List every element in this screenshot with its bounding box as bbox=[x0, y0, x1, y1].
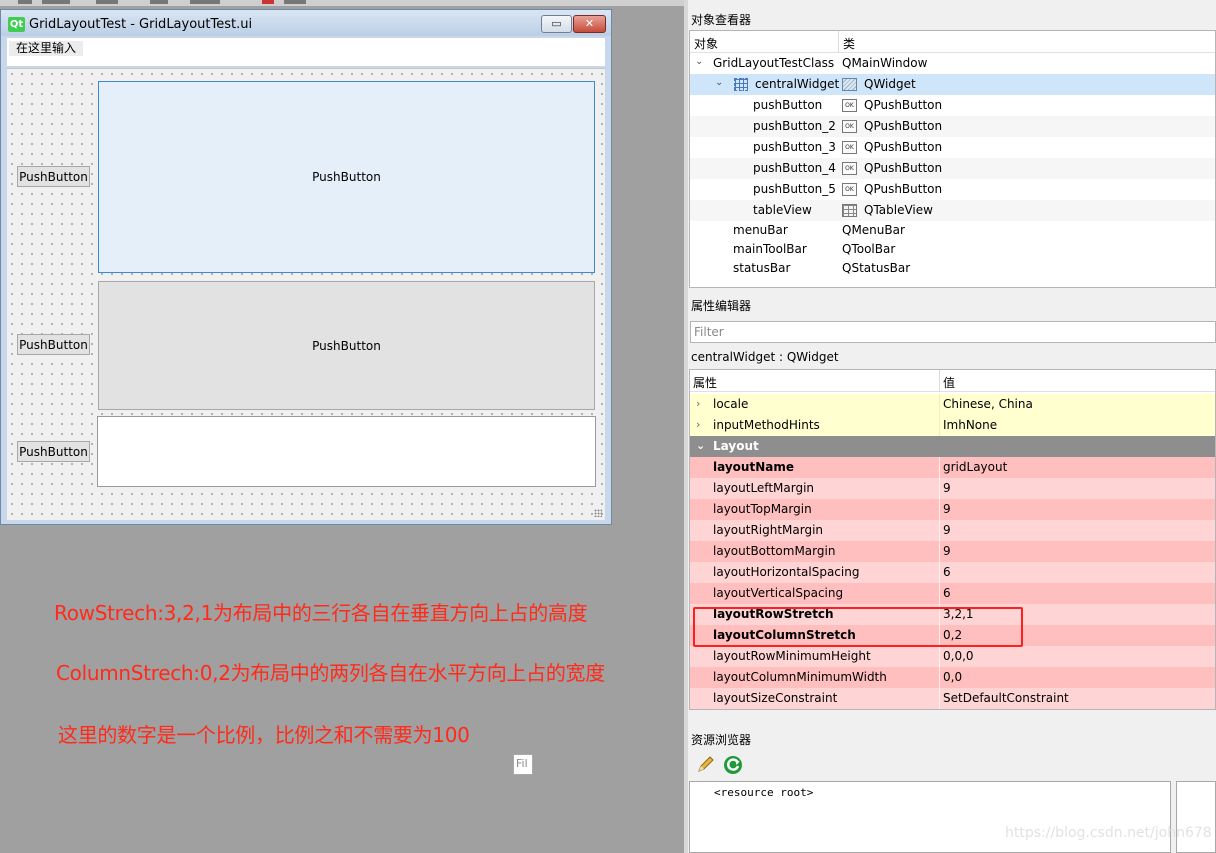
chevron-down-icon[interactable]: ⌄ bbox=[715, 77, 723, 88]
size-grip-icon[interactable] bbox=[594, 509, 602, 517]
top-toolbar-strip bbox=[0, 0, 684, 6]
resource-tree[interactable]: <resource root> bbox=[689, 781, 1171, 853]
push-button-icon: OK bbox=[842, 120, 857, 133]
menu-bar: 在这里输入 bbox=[7, 38, 605, 66]
tree-row[interactable]: pushButton_4 OK QPushButton bbox=[690, 158, 1215, 179]
header-class[interactable]: 类 bbox=[843, 35, 855, 52]
resource-root-item[interactable]: <resource root> bbox=[714, 786, 813, 799]
resource-browser-title: 资源浏览器 bbox=[691, 733, 752, 747]
property-row-locale[interactable]: › locale Chinese, China bbox=[690, 394, 1215, 415]
push-button-icon: OK bbox=[842, 162, 857, 175]
object-inspector-tree: 对象 类 ⌄ GridLayoutTestClass QMainWindow ⌄… bbox=[689, 30, 1216, 288]
grid-layout-icon bbox=[734, 78, 748, 91]
tree-row[interactable]: menuBar QMenuBar bbox=[690, 220, 1215, 241]
property-row-column-minimum-width[interactable]: layoutColumnMinimumWidth 0,0 bbox=[690, 667, 1215, 688]
tree-row[interactable]: pushButton_2 OK QPushButton bbox=[690, 116, 1215, 137]
property-context-label: centralWidget : QWidget bbox=[691, 350, 839, 364]
tree-row[interactable]: statusBar QStatusBar bbox=[690, 258, 1215, 279]
tree-row[interactable]: mainToolBar QToolBar bbox=[690, 239, 1215, 260]
property-row-row-minimum-height[interactable]: layoutRowMinimumHeight 0,0,0 bbox=[690, 646, 1215, 667]
push-button-icon: OK bbox=[842, 183, 857, 196]
chevron-down-icon[interactable]: ⌄ bbox=[696, 439, 705, 452]
close-button[interactable]: ✕ bbox=[573, 15, 606, 33]
widget-icon bbox=[842, 78, 857, 91]
annotation-row-stretch: RowStrech:3,2,1为布局中的三行各自在垂直方向上占的高度 bbox=[54, 601, 588, 625]
object-inspector-title: 对象查看器 bbox=[691, 13, 752, 27]
tree-row[interactable]: ⌄ centralWidget QWidget bbox=[690, 74, 1215, 95]
reload-icon[interactable] bbox=[722, 754, 744, 776]
property-row-vertical-spacing[interactable]: layoutVerticalSpacing 6 bbox=[690, 583, 1215, 604]
push-button-row1-col1[interactable]: PushButton bbox=[17, 166, 90, 187]
push-button-row3-col1[interactable]: PushButton bbox=[17, 441, 90, 462]
property-editor-title: 属性编辑器 bbox=[691, 299, 752, 313]
tree-row[interactable]: pushButton_3 OK QPushButton bbox=[690, 137, 1215, 158]
property-row-layout-name[interactable]: layoutName gridLayout bbox=[690, 457, 1215, 478]
right-dock: 对象查看器 对象 类 ⌄ GridLayoutTestClass QMainWi… bbox=[688, 0, 1216, 853]
push-button-icon: OK bbox=[842, 141, 857, 154]
window-title: GridLayoutTest - GridLayoutTest.ui bbox=[29, 17, 253, 32]
resource-filter-input[interactable]: Fil bbox=[513, 754, 533, 775]
header-value[interactable]: 值 bbox=[943, 374, 955, 391]
annotation-ratio-note: 这里的数字是一个比例，比例之和不需要为100 bbox=[58, 723, 470, 747]
push-button-row2-col2[interactable]: PushButton bbox=[98, 281, 595, 410]
push-button-icon: OK bbox=[842, 99, 857, 112]
tree-row[interactable]: pushButton_5 OK QPushButton bbox=[690, 179, 1215, 200]
property-row-input-method-hints[interactable]: › inputMethodHints ImhNone bbox=[690, 415, 1215, 436]
watermark: https://blog.csdn.net/john678 bbox=[1005, 825, 1212, 841]
menu-type-here[interactable]: 在这里输入 bbox=[9, 41, 84, 56]
property-row-size-constraint[interactable]: layoutSizeConstraint SetDefaultConstrain… bbox=[690, 688, 1215, 709]
header-property[interactable]: 属性 bbox=[693, 374, 717, 391]
annotation-column-stretch: ColumnStrech:0,2为布局中的两列各自在水平方向上占的宽度 bbox=[56, 661, 605, 685]
resource-toolbar bbox=[688, 750, 1216, 778]
property-row-right-margin[interactable]: layoutRightMargin 9 bbox=[690, 520, 1215, 541]
tree-row[interactable]: ⌄ GridLayoutTestClass QMainWindow bbox=[690, 53, 1215, 74]
chevron-right-icon[interactable]: › bbox=[696, 418, 700, 431]
resource-list[interactable] bbox=[1176, 781, 1216, 853]
push-button-row2-col1[interactable]: PushButton bbox=[17, 334, 90, 355]
title-bar: Qt GridLayoutTest - GridLayoutTest.ui ▭ … bbox=[1, 10, 611, 36]
chevron-down-icon[interactable]: ⌄ bbox=[695, 56, 703, 67]
property-row-left-margin[interactable]: layoutLeftMargin 9 bbox=[690, 478, 1215, 499]
property-header: 属性 值 bbox=[690, 370, 1215, 392]
tree-row[interactable]: pushButton OK QPushButton bbox=[690, 95, 1215, 116]
header-object[interactable]: 对象 bbox=[694, 35, 718, 52]
property-row-bottom-margin[interactable]: layoutBottomMargin 9 bbox=[690, 541, 1215, 562]
minimize-button[interactable]: ▭ bbox=[541, 15, 572, 33]
stretch-highlight-box bbox=[693, 607, 1023, 647]
tree-row[interactable]: tableView QTableView bbox=[690, 200, 1215, 221]
qt-logo-icon: Qt bbox=[8, 17, 25, 32]
chevron-right-icon[interactable]: › bbox=[696, 397, 700, 410]
central-widget-canvas: PushButton PushButton PushButton PushBut… bbox=[7, 68, 605, 520]
push-button-row1-col2[interactable]: PushButton bbox=[98, 81, 595, 273]
preview-window: Qt GridLayoutTest - GridLayoutTest.ui ▭ … bbox=[0, 9, 612, 525]
object-inspector-header: 对象 类 bbox=[690, 31, 1215, 53]
pencil-icon[interactable] bbox=[696, 754, 716, 774]
property-row-horizontal-spacing[interactable]: layoutHorizontalSpacing 6 bbox=[690, 562, 1215, 583]
table-view[interactable] bbox=[97, 416, 596, 487]
property-filter-input[interactable]: Filter bbox=[690, 321, 1216, 343]
property-row-top-margin[interactable]: layoutTopMargin 9 bbox=[690, 499, 1215, 520]
property-section-layout[interactable]: ⌄ Layout bbox=[690, 436, 1215, 457]
property-table: 属性 值 › locale Chinese, China › inputMeth… bbox=[689, 369, 1216, 710]
table-view-icon bbox=[842, 204, 857, 217]
